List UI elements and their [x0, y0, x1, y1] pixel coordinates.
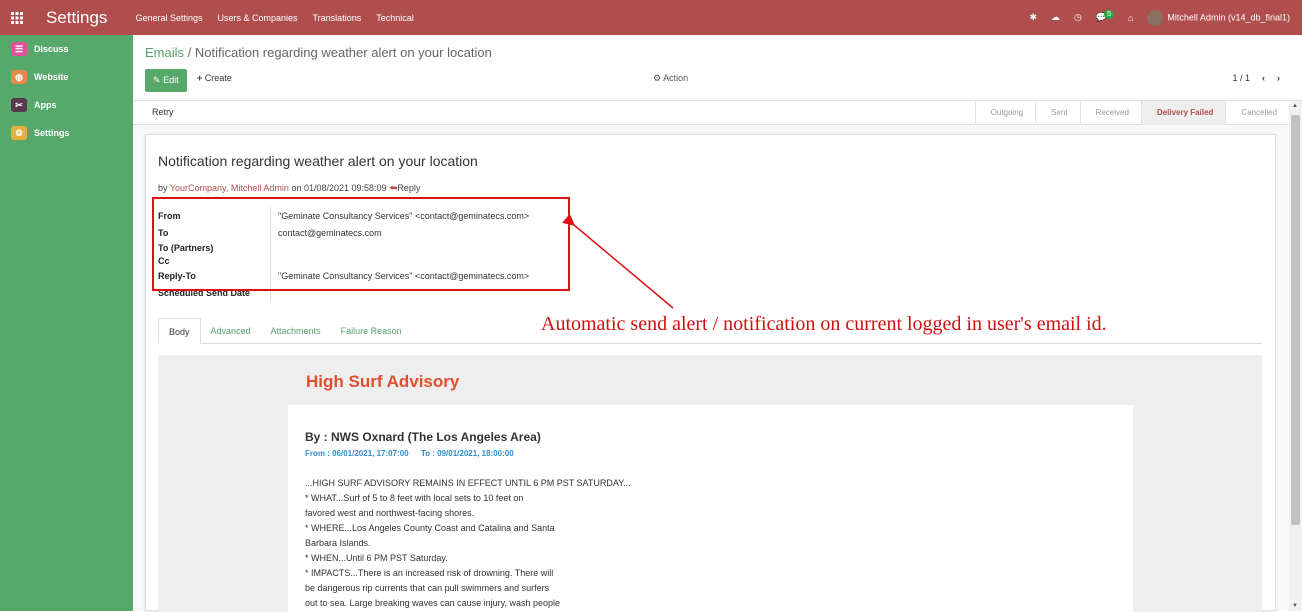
stage-received[interactable]: Received	[1079, 101, 1141, 125]
sidebar-item-settings[interactable]: ⚙ Settings	[0, 119, 133, 147]
byline-by: by	[158, 183, 168, 193]
reply-button[interactable]: ⮪Reply	[389, 183, 420, 193]
tab-failure-reason[interactable]: Failure Reason	[331, 318, 412, 344]
retry-button[interactable]: Retry	[152, 107, 174, 117]
user-name: Mitchell Admin (v14_db_final1)	[1167, 11, 1290, 22]
status-bar: Retry Outgoing Sent Received Delivery Fa…	[133, 101, 1289, 125]
annotation-text: Automatic send alert / notification on c…	[541, 313, 1107, 335]
sidebar-item-label: Discuss	[34, 44, 69, 54]
alert-dates: From : 06/01/2021, 17:07:00 To : 09/01/2…	[305, 449, 524, 458]
sidebar-item-label: Apps	[34, 100, 57, 110]
apps-icon: ✂	[11, 98, 27, 112]
message-byline: by YourCompany, Mitchell Admin on 01/08/…	[158, 183, 420, 194]
alert-line: * IMPACTS...There is an increased risk o…	[305, 568, 554, 578]
breadcrumb-emails-link[interactable]: Emails	[145, 45, 184, 60]
breadcrumb-current: Notification regarding weather alert on …	[194, 45, 492, 60]
cloud-icon[interactable]: ☁	[1051, 12, 1060, 23]
edit-label: Edit	[163, 75, 179, 85]
stage-sent[interactable]: Sent	[1035, 101, 1079, 125]
action-dropdown[interactable]: ⚙ Action	[653, 73, 688, 84]
reply-label: Reply	[397, 183, 421, 193]
app-brand[interactable]: Settings	[46, 8, 107, 28]
stage-outgoing[interactable]: Outgoing	[974, 101, 1035, 125]
menu-general-settings[interactable]: General Settings	[135, 13, 202, 23]
action-label: Action	[663, 73, 689, 83]
plus-icon: +	[197, 73, 203, 83]
clock-icon[interactable]: ◷	[1074, 12, 1082, 23]
scroll-down-icon[interactable]: ▼	[1292, 603, 1298, 609]
messages-badge: 5	[1104, 10, 1114, 19]
sidebar-item-apps[interactable]: ✂ Apps	[0, 91, 133, 119]
alert-line: be dangerous rip currents that can pull …	[305, 583, 550, 593]
sidebar-item-discuss[interactable]: ☰ Discuss	[0, 35, 133, 63]
annotation-arrow	[562, 215, 674, 309]
edit-button[interactable]: ✎ Edit	[145, 69, 187, 92]
top-navbar: Settings General Settings Users & Compan…	[0, 0, 1302, 35]
alert-description: ...HIGH SURF ADVISORY REMAINS IN EFFECT …	[305, 476, 631, 611]
byline-date: on 01/08/2021 09:58:09	[291, 183, 387, 193]
breadcrumb-separator: /	[187, 45, 192, 60]
discuss-icon: ☰	[11, 42, 27, 56]
menu-translations[interactable]: Translations	[313, 13, 362, 23]
stage-delivery-failed[interactable]: Delivery Failed	[1140, 101, 1226, 125]
alert-to-date: To : 09/01/2021, 18:00:00	[420, 449, 514, 458]
alert-line: out to sea. Large breaking waves can cau…	[305, 598, 560, 608]
stage-cancelled[interactable]: Cancelled	[1225, 101, 1289, 125]
alert-title: High Surf Advisory	[306, 372, 460, 391]
pencil-icon: ✎	[153, 75, 161, 85]
scrollbar[interactable]: ▲ ▼	[1289, 101, 1302, 611]
sidebar-item-website[interactable]: ◍ Website	[0, 63, 133, 91]
alert-card: By : NWS Oxnard (The Los Angeles Area) F…	[288, 405, 1133, 612]
alert-line: favored west and northwest-facing shores…	[305, 508, 475, 518]
sidebar-item-label: Settings	[34, 128, 70, 138]
author-link[interactable]: YourCompany, Mitchell Admin	[170, 183, 289, 193]
gear-icon: ⚙	[653, 73, 662, 83]
menu-users-companies[interactable]: Users & Companies	[217, 13, 297, 23]
app-sidebar: ☰ Discuss ◍ Website ✂ Apps ⚙ Settings	[0, 35, 133, 611]
breadcrumb: Emails / Notification regarding weather …	[145, 45, 492, 60]
create-button[interactable]: + Create	[197, 73, 232, 83]
alert-line: Barbara Islands.	[305, 538, 371, 548]
alert-from-date: From : 06/01/2021, 17:07:00	[305, 449, 409, 458]
menu-technical[interactable]: Technical	[376, 13, 414, 23]
scroll-up-icon[interactable]: ▲	[1292, 103, 1298, 109]
systray: ✱ ☁ ◷ 💬5 ⌂ Mitchell Admin (v14_db_final1…	[1029, 0, 1290, 35]
pager-next-icon[interactable]: ›	[1277, 73, 1280, 83]
user-menu[interactable]: Mitchell Admin (v14_db_final1)	[1147, 9, 1290, 26]
status-stages: Outgoing Sent Received Delivery Failed C…	[974, 101, 1289, 125]
alert-line: ...HIGH SURF ADVISORY REMAINS IN EFFECT …	[305, 478, 631, 488]
messages-icon[interactable]: 💬5	[1096, 10, 1114, 23]
tab-body[interactable]: Body	[158, 318, 201, 344]
alert-line: * WHEN...Until 6 PM PST Saturday.	[305, 553, 448, 563]
avatar	[1147, 9, 1164, 26]
top-menu: General Settings Users & Companies Trans…	[135, 13, 413, 23]
scroll-thumb[interactable]	[1291, 115, 1300, 525]
alert-source: By : NWS Oxnard (The Los Angeles Area)	[305, 430, 541, 444]
pager: 1 / 1 ‹ ›	[1232, 73, 1280, 83]
highlight-box	[152, 197, 570, 291]
settings-icon: ⚙	[11, 126, 27, 140]
pager-value[interactable]: 1 / 1	[1232, 73, 1250, 83]
website-icon: ◍	[11, 70, 27, 84]
apps-menu-button[interactable]	[0, 0, 34, 35]
alert-line: * WHAT...Surf of 5 to 8 feet with local …	[305, 493, 524, 503]
gift-icon[interactable]: ⌂	[1128, 13, 1133, 23]
message-subject: Notification regarding weather alert on …	[158, 153, 478, 169]
tab-advanced[interactable]: Advanced	[201, 318, 261, 344]
email-body: High Surf Advisory By : NWS Oxnard (The …	[158, 355, 1262, 612]
control-panel: Emails / Notification regarding weather …	[133, 35, 1302, 101]
create-label: Create	[204, 73, 232, 83]
grid-icon	[11, 11, 23, 24]
sidebar-item-label: Website	[34, 72, 69, 82]
bug-icon[interactable]: ✱	[1029, 12, 1037, 23]
alert-line: * WHERE...Los Angeles County Coast and C…	[305, 523, 555, 533]
pager-previous-icon[interactable]: ‹	[1262, 73, 1265, 83]
tab-attachments[interactable]: Attachments	[261, 318, 331, 344]
